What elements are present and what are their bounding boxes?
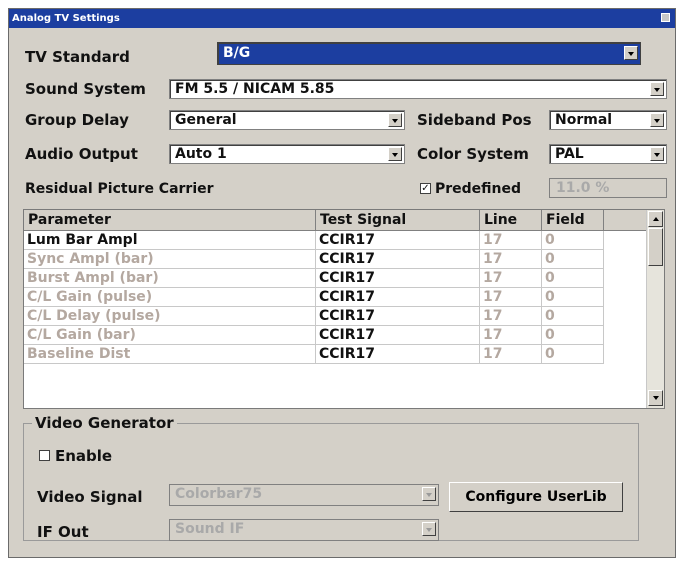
audio-output-value: Auto 1 [175,146,227,162]
column-header-test-signal[interactable]: Test Signal [316,210,480,231]
cell-test-signal: CCIR17 [316,231,480,250]
cell-line: 17 [480,345,542,364]
chevron-down-icon[interactable] [388,147,402,161]
chevron-down-icon[interactable] [624,46,638,60]
video-signal-select[interactable]: Colorbar75 [169,484,439,506]
cell-line: 17 [480,231,542,250]
title-bar[interactable]: Analog TV Settings [9,9,675,28]
predefined-label: Predefined [435,181,522,197]
color-system-value: PAL [555,146,584,162]
column-header-line[interactable]: Line [480,210,542,231]
cell-test-signal: CCIR17 [316,307,480,326]
chevron-down-icon[interactable] [650,113,664,127]
tv-standard-label: TV Standard [25,48,130,66]
table-row[interactable]: Sync Ampl (bar) CCIR17 17 0 [24,250,650,269]
sideband-pos-select[interactable]: Normal [549,110,667,130]
cell-field: 0 [542,326,604,345]
video-generator-title: Video Generator [32,414,177,432]
cell-field: 0 [542,345,604,364]
table-row[interactable]: Lum Bar Ampl CCIR17 17 0 [24,231,650,250]
color-system-select[interactable]: PAL [549,144,667,164]
cell-parameter: C/L Gain (pulse) [24,288,316,307]
cell-field: 0 [542,288,604,307]
scroll-thumb[interactable] [648,228,663,266]
table-row[interactable]: C/L Gain (pulse) CCIR17 17 0 [24,288,650,307]
analog-tv-settings-window: Analog TV Settings TV Standard B/G Sound… [8,8,676,558]
table-row[interactable]: Burst Ampl (bar) CCIR17 17 0 [24,269,650,288]
column-header-blank [604,210,648,231]
cell-field: 0 [542,250,604,269]
cell-parameter: C/L Gain (bar) [24,326,316,345]
table-row[interactable]: C/L Delay (pulse) CCIR17 17 0 [24,307,650,326]
chevron-down-icon[interactable] [650,147,664,161]
predefined-checkbox[interactable]: ✓ [420,183,431,194]
column-header-parameter[interactable]: Parameter [24,210,316,231]
if-out-value: Sound IF [175,521,245,537]
configure-userlib-button[interactable]: Configure UserLib [449,482,623,512]
cell-line: 17 [480,288,542,307]
residual-value-field[interactable]: 11.0 % [549,178,667,198]
cell-field: 0 [542,269,604,288]
parameter-table[interactable]: Parameter Test Signal Line Field Lum Bar… [23,209,665,409]
cell-line: 17 [480,250,542,269]
cell-parameter: Lum Bar Ampl [24,231,316,250]
column-header-field[interactable]: Field [542,210,604,231]
enable-label: Enable [55,447,113,465]
sound-system-value: FM 5.5 / NICAM 5.85 [175,81,335,97]
tv-standard-value: B/G [223,45,251,61]
cell-test-signal: CCIR17 [316,250,480,269]
sound-system-select[interactable]: FM 5.5 / NICAM 5.85 [169,79,667,99]
color-system-label: Color System [417,145,529,163]
video-signal-value: Colorbar75 [175,486,263,502]
cell-line: 17 [480,326,542,345]
group-delay-label: Group Delay [25,111,129,129]
audio-output-select[interactable]: Auto 1 [169,144,405,164]
table-scrollbar[interactable] [646,210,664,408]
if-out-label: IF Out [37,523,89,541]
video-signal-label: Video Signal [37,488,143,506]
scroll-up-button[interactable] [648,211,663,227]
enable-checkbox[interactable] [39,450,50,461]
cell-test-signal: CCIR17 [316,288,480,307]
cell-parameter: C/L Delay (pulse) [24,307,316,326]
chevron-down-icon[interactable] [422,487,436,501]
cell-field: 0 [542,307,604,326]
close-button[interactable] [661,13,670,22]
cell-line: 17 [480,307,542,326]
sideband-pos-label: Sideband Pos [417,111,532,129]
if-out-select[interactable]: Sound IF [169,519,439,541]
cell-parameter: Sync Ampl (bar) [24,250,316,269]
table-row[interactable]: C/L Gain (bar) CCIR17 17 0 [24,326,650,345]
table-row[interactable]: Baseline Dist CCIR17 17 0 [24,345,650,364]
residual-picture-carrier-label: Residual Picture Carrier [25,181,214,197]
sound-system-label: Sound System [25,80,146,98]
sideband-pos-value: Normal [555,112,613,128]
cell-test-signal: CCIR17 [316,326,480,345]
cell-parameter: Baseline Dist [24,345,316,364]
audio-output-label: Audio Output [25,145,138,163]
chevron-down-icon[interactable] [388,113,402,127]
cell-parameter: Burst Ampl (bar) [24,269,316,288]
chevron-down-icon[interactable] [650,82,664,96]
tv-standard-select[interactable]: B/G [217,42,641,65]
group-delay-value: General [175,112,237,128]
chevron-down-icon[interactable] [422,522,436,536]
residual-value: 11.0 % [556,180,610,196]
cell-test-signal: CCIR17 [316,269,480,288]
group-delay-select[interactable]: General [169,110,405,130]
cell-field: 0 [542,231,604,250]
window-title: Analog TV Settings [12,13,120,24]
cell-test-signal: CCIR17 [316,345,480,364]
scroll-down-button[interactable] [648,390,663,406]
cell-line: 17 [480,269,542,288]
